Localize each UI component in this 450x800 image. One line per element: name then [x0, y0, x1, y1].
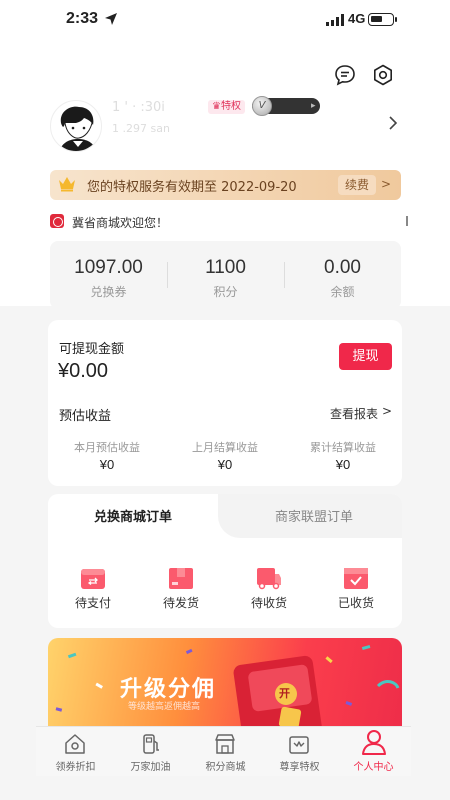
chevron-right-icon[interactable]: > [382, 404, 392, 418]
banner-subtitle: 等级越高返佣越高 [128, 702, 201, 712]
tab-mall-orders[interactable]: 兑换商城订单 [48, 506, 218, 525]
marquee-tail [406, 216, 408, 226]
vip-badge: ♛特权 [208, 100, 245, 114]
earnings-item-value: ¥0 [99, 457, 115, 472]
tab-merchant-orders[interactable]: 商家联盟订单 [226, 506, 402, 525]
signal-icon [326, 14, 344, 26]
tab-label[interactable]: 尊享特权 [262, 758, 337, 773]
crown-bag-icon[interactable] [288, 733, 310, 755]
view-report-link[interactable]: 查看报表 [330, 405, 378, 422]
shop-logo-icon [50, 214, 64, 228]
tab-label[interactable]: 领券折扣 [38, 758, 113, 773]
tab-label[interactable]: 万家加油 [113, 758, 188, 773]
status-time: 2:33 [66, 10, 99, 27]
truck-icon[interactable] [256, 566, 282, 590]
withdraw-button[interactable]: 提现 [339, 343, 392, 370]
voucher-value[interactable]: 1097.00 [50, 257, 167, 279]
earnings-item-value: ¥0 [217, 457, 233, 472]
order-status-label[interactable]: 待收货 [225, 594, 313, 611]
location-arrow-icon [105, 13, 117, 25]
upgrade-commission-banner[interactable] [48, 638, 402, 738]
points-value[interactable]: 1100 [167, 257, 284, 279]
fuel-icon[interactable] [140, 733, 162, 755]
banner-decorations [55, 644, 400, 738]
wallet-icon[interactable] [80, 566, 106, 590]
store-icon[interactable] [214, 733, 236, 755]
earnings-item-value: ¥0 [335, 457, 351, 472]
balance-value[interactable]: 0.00 [284, 257, 401, 279]
earnings-item-label: 累计结算收益 [310, 441, 376, 454]
renew-arrow-icon: > [381, 177, 392, 191]
tab-label[interactable]: 积分商城 [188, 758, 263, 773]
battery-icon [368, 13, 394, 26]
person-icon[interactable] [361, 729, 387, 755]
earnings-item-label: 上月结算收益 [192, 441, 258, 454]
gear-icon[interactable] [372, 64, 394, 86]
box-check-icon[interactable] [343, 566, 369, 590]
renew-button[interactable]: 续费 [338, 175, 376, 195]
welcome-notice: 冀省商城欢迎您！ [72, 216, 169, 230]
balance-label: 余额 [330, 285, 355, 299]
avatar-illustration [59, 106, 97, 151]
earnings-item-label: 本月预估收益 [74, 441, 140, 454]
envelope-open-text: 开 [279, 687, 290, 700]
package-icon[interactable] [168, 566, 194, 590]
withdrawable-title: 可提现金额 [59, 342, 125, 357]
order-status-label[interactable]: 待发货 [137, 594, 225, 611]
voucher-label: 兑换券 [90, 285, 127, 299]
points-label: 积分 [213, 285, 238, 299]
tab-label-active[interactable]: 个人中心 [336, 758, 411, 773]
message-icon[interactable] [334, 64, 356, 86]
avatar[interactable] [50, 100, 102, 152]
level-medal-icon: V [252, 96, 272, 116]
withdrawable-amount: ¥0.00 [58, 360, 109, 382]
estimated-earnings-title: 预估收益 [59, 409, 112, 424]
chevron-right-icon[interactable] [386, 114, 400, 132]
vip-expiry-text: 您的特权服务有效期至 2022-09-20 [87, 180, 297, 195]
order-status-label[interactable]: 已收货 [312, 594, 400, 611]
network-type: 4G [348, 11, 366, 26]
crown-icon [59, 177, 75, 192]
home-icon[interactable] [64, 733, 86, 755]
battery-nub [395, 17, 397, 22]
user-id: 1 .297 san [112, 122, 170, 135]
order-status-label[interactable]: 待支付 [49, 594, 137, 611]
level-arrow-icon: ▸ [311, 101, 316, 111]
username: 1 ' · :30i [112, 100, 165, 115]
